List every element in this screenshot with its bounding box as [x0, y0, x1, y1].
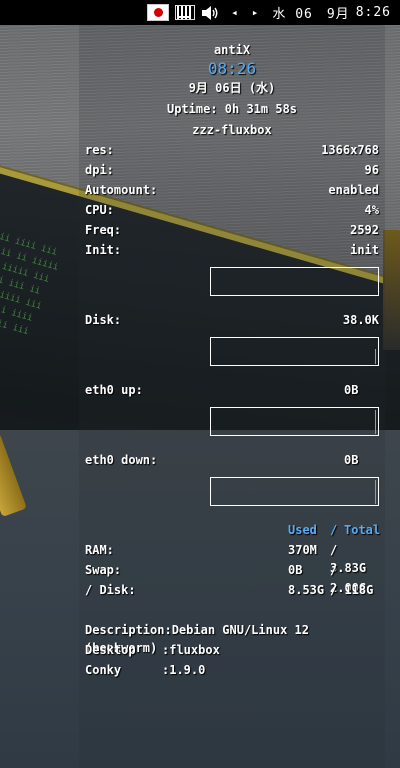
init-value: init [350, 243, 379, 257]
res-label: res: [85, 143, 114, 157]
dpi-value: 96 [364, 163, 379, 177]
disk-graph [210, 337, 379, 366]
conky-panel: antiX 08:26 9月 06日 (水) Uptime: 0h 31m 58… [79, 25, 385, 768]
eth0-up-value: 0B [344, 383, 359, 397]
speaker-icon[interactable] [201, 5, 219, 21]
freq-value: 2592 [350, 223, 379, 237]
cpu-graph [210, 267, 379, 296]
dpi-label: dpi: [85, 163, 114, 177]
res-value: 1366x768 [321, 143, 379, 157]
eth0-up-row: eth0 up: 0B [85, 381, 379, 399]
init-row: Init: init [85, 241, 379, 259]
japan-flag-icon[interactable] [147, 4, 170, 21]
eth0-up-graph [210, 407, 379, 436]
ram-label: RAM: [85, 543, 114, 557]
automount-value: enabled [328, 183, 379, 197]
rootdisk-label: / Disk: [85, 583, 136, 597]
top-panel: ◂ ▸ 水 06 9月 8:26 [0, 0, 400, 25]
conky-date: 9月 06日 (水) [188, 81, 276, 95]
calendar-date[interactable]: 水 06 9月 [272, 3, 349, 22]
desktop-row: Desktop :fluxbox [85, 641, 379, 659]
swap-row: Swap: 0B / 2.00G [85, 561, 379, 595]
swap-used: 0B [288, 563, 303, 577]
keyboard-icon[interactable] [175, 5, 196, 20]
disk-row: Disk: 38.0K [85, 311, 379, 329]
disk-graph-bar [375, 349, 376, 364]
eth0-down-graph-bar [375, 480, 376, 504]
conky-value: :1.9.0 [162, 663, 206, 677]
next-month-button[interactable]: ▸ [252, 6, 259, 19]
wallpaper-edge [383, 230, 400, 350]
desktop-label: Desktop [85, 643, 136, 657]
eth0-down-label: eth0 down: [85, 453, 158, 467]
hostname: antiX [213, 43, 251, 57]
eth0-down-value: 0B [344, 453, 359, 467]
cpu-label: CPU: [85, 203, 114, 217]
dpi-row: dpi: 96 [85, 161, 379, 179]
conky-label: Conky [85, 663, 122, 677]
session-name: zzz-fluxbox [192, 123, 272, 137]
rootdisk-used: 8.53G [288, 583, 325, 597]
eth0-up-graph-bar [375, 410, 376, 434]
eth0-up-label: eth0 up: [85, 383, 143, 397]
eth0-down-graph [210, 477, 379, 506]
disk-value: 38.0K [342, 313, 379, 327]
clock[interactable]: 8:26 [356, 5, 391, 20]
cpu-value: 4% [364, 203, 379, 217]
automount-row: Automount: enabled [85, 181, 379, 199]
conky-time: 08:26 [207, 59, 257, 78]
rootdisk-total: / 118G [330, 583, 374, 597]
conky-version-row: Conky :1.9.0 [85, 661, 379, 679]
header-used: Used [288, 523, 317, 537]
previous-month-button[interactable]: ◂ [231, 6, 238, 19]
freq-row: Freq: 2592 [85, 221, 379, 239]
memory-header: Used / Total [85, 521, 381, 539]
description-row: Description:Debian GNU/Linux 12 (bookwor… [85, 621, 379, 655]
description-label: Description: [85, 623, 172, 637]
eth0-down-row: eth0 down: 0B [85, 451, 379, 469]
header-sep: / [330, 523, 338, 537]
rootdisk-row: / Disk: 8.53G / 118G [85, 581, 379, 599]
header-total: Total [344, 523, 381, 537]
uptime: Uptime: 0h 31m 58s [166, 102, 298, 116]
desktop-value: :fluxbox [162, 643, 220, 657]
ram-row: RAM: 370M / 3.83G [85, 541, 379, 575]
disk-label: Disk: [85, 313, 122, 327]
swap-label: Swap: [85, 563, 122, 577]
cpu-row: CPU: 4% [85, 201, 379, 219]
init-label: Init: [85, 243, 122, 257]
res-row: res: 1366x768 [85, 141, 379, 159]
automount-label: Automount: [85, 183, 158, 197]
freq-label: Freq: [85, 223, 122, 237]
ram-used: 370M [288, 543, 317, 557]
